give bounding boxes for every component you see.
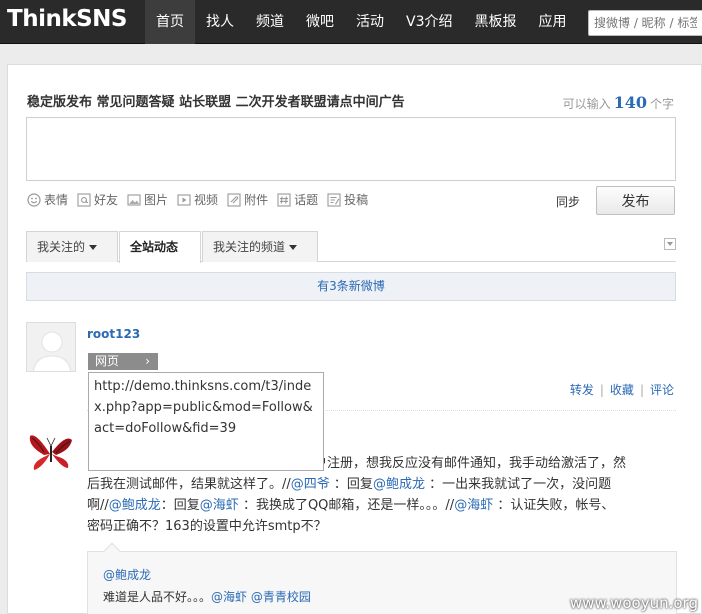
image-icon bbox=[127, 193, 141, 206]
tool-topic-label: 话题 bbox=[294, 193, 319, 207]
default-avatar-icon bbox=[27, 323, 75, 371]
nav-item-events[interactable]: 活动 bbox=[345, 0, 395, 44]
tab-following-label: 我关注的 bbox=[37, 240, 86, 254]
watermark: www.wooyun.org bbox=[569, 594, 698, 612]
char-counter: 可以输入 140 个字 bbox=[563, 93, 674, 112]
mention-link[interactable]: @海虾 bbox=[454, 498, 493, 513]
nav-item-v3-intro[interactable]: V3介绍 bbox=[395, 0, 463, 44]
chevron-down-icon bbox=[289, 245, 298, 250]
tool-friend-label: 好友 bbox=[94, 193, 119, 207]
source-web-label: 网页 bbox=[95, 354, 120, 368]
tab-following-channels-label: 我关注的频道 bbox=[213, 240, 286, 254]
tool-topic[interactable]: 话题 bbox=[277, 191, 318, 208]
tool-image-label: 图片 bbox=[144, 193, 169, 207]
post-text: 户注册，想我反应没有邮件通知，我手动给激活了，然 bbox=[314, 456, 627, 471]
at-icon bbox=[77, 192, 91, 207]
char-counter-value: 140 bbox=[613, 93, 647, 112]
nav-item-home[interactable]: 首页 bbox=[145, 0, 195, 44]
tool-emoji[interactable]: 表情 bbox=[27, 191, 68, 208]
tool-emoji-label: 表情 bbox=[44, 193, 69, 207]
emoji-icon bbox=[27, 192, 41, 207]
repost-link[interactable]: 转发 bbox=[570, 383, 594, 397]
tab-all-activity-label: 全站动态 bbox=[130, 240, 179, 254]
mention-link[interactable]: @海虾 bbox=[200, 498, 239, 513]
tool-contribute[interactable]: 投稿 bbox=[327, 191, 368, 208]
sync-toggle[interactable]: 同步 bbox=[556, 193, 580, 210]
hashtag-icon bbox=[277, 192, 291, 207]
chevron-down-icon bbox=[89, 245, 98, 250]
mention-link[interactable]: @鲍成龙 bbox=[109, 498, 161, 513]
post-actions: 转发 | 收藏 | 评论 bbox=[570, 381, 674, 398]
chevron-right-icon: › bbox=[145, 354, 150, 368]
tab-following[interactable]: 我关注的 bbox=[26, 231, 118, 262]
announce-link-release[interactable]: 稳定版发布 bbox=[27, 95, 92, 110]
post-text: ：一出来我就试了一次，没问题 bbox=[429, 477, 612, 492]
announce-link-faq[interactable]: 常见问题答疑 bbox=[97, 95, 175, 110]
announce-link-webmaster[interactable]: 站长联盟 bbox=[179, 95, 231, 110]
tab-following-channels[interactable]: 我关注的频道 bbox=[202, 231, 318, 262]
search-input[interactable] bbox=[588, 10, 702, 36]
new-posts-notice[interactable]: 有3条新微博 bbox=[26, 272, 676, 301]
nav-item-find-people[interactable]: 找人 bbox=[195, 0, 245, 44]
main-nav: 首页 找人 频道 微吧 活动 V3介绍 黑板报 应用 bbox=[145, 0, 577, 44]
compose-toolbar: 表情 好友 图片 视频 附件 话题 投稿 bbox=[27, 191, 377, 208]
quote-text: 难道是人品不好。。。@海虾 @青青校园 bbox=[103, 588, 311, 605]
char-counter-suffix: 个字 bbox=[649, 97, 674, 111]
source-web-button[interactable]: 网页 › bbox=[88, 353, 158, 370]
quote-body: 难道是人品不好。。。 bbox=[103, 590, 212, 604]
butterfly-avatar-icon bbox=[26, 428, 76, 478]
mention-link[interactable]: @鲍成龙 bbox=[373, 477, 425, 492]
favorite-link[interactable]: 收藏 bbox=[610, 383, 634, 397]
publish-button[interactable]: 发布 bbox=[596, 186, 675, 215]
tool-contribute-label: 投稿 bbox=[344, 193, 369, 207]
site-logo[interactable]: ThinkSNS bbox=[7, 6, 128, 32]
post-text: 密码正确不？163的设置中允许smtp不？ bbox=[87, 519, 327, 534]
nav-item-apps[interactable]: 应用 bbox=[527, 0, 577, 44]
top-navbar: ThinkSNS 首页 找人 频道 微吧 活动 V3介绍 黑板报 应用 bbox=[0, 0, 702, 44]
nav-item-weiba[interactable]: 微吧 bbox=[295, 0, 345, 44]
post-text: ：我换成了QQ邮箱，还是一样。。。// bbox=[242, 498, 455, 513]
mention-link[interactable]: @四爷 bbox=[291, 477, 330, 492]
announce-link-developer[interactable]: 二次开发者联盟请点中间广告 bbox=[236, 95, 405, 110]
divider: | bbox=[639, 383, 644, 397]
post-text: ：认证失败，帐号、 bbox=[497, 498, 615, 513]
announcement-links: 稳定版发布 常见问题答疑 站长联盟 二次开发者联盟请点中间广告 bbox=[27, 91, 405, 110]
post-text: 啊// bbox=[87, 498, 109, 513]
char-counter-prefix: 可以输入 bbox=[562, 97, 611, 111]
divider: | bbox=[599, 383, 604, 397]
tool-attachment[interactable]: 附件 bbox=[227, 191, 268, 208]
mention-link[interactable]: @青青校园 bbox=[251, 590, 311, 604]
tab-all-activity[interactable]: 全站动态 bbox=[119, 231, 201, 263]
tool-video-label: 视频 bbox=[194, 193, 219, 207]
tool-friend[interactable]: 好友 bbox=[77, 191, 118, 208]
post-body-line: 后我在测试邮件，结果就这样了。//@四爷 ：回复@鲍成龙 ：一出来我就试了一次，… bbox=[87, 474, 677, 495]
nav-item-channel[interactable]: 频道 bbox=[245, 0, 295, 44]
contribute-icon bbox=[327, 192, 341, 207]
post-username[interactable]: root123 bbox=[87, 327, 140, 341]
post-text: ：回复 bbox=[160, 498, 200, 513]
quote-author-link[interactable]: @鲍成龙 bbox=[103, 566, 151, 583]
post-body-line: 密码正确不？163的设置中允许smtp不？ bbox=[87, 516, 677, 537]
paperclip-icon bbox=[227, 192, 241, 207]
main-panel: 稳定版发布 常见问题答疑 站长联盟 二次开发者联盟请点中间广告 可以输入 140 个… bbox=[7, 64, 702, 614]
tool-image[interactable]: 图片 bbox=[127, 191, 168, 208]
url-tooltip: http://demo.thinksns.com/t3/index.php?ap… bbox=[88, 372, 324, 471]
quote-pointer bbox=[103, 542, 121, 560]
feed-tabs: 我关注的 全站动态 我关注的频道 bbox=[26, 230, 676, 263]
post-body-line: 啊//@鲍成龙：回复@海虾 ：我换成了QQ邮箱，还是一样。。。//@海虾 ：认证… bbox=[87, 495, 677, 516]
post-text: 后我在测试邮件，结果就这样了。// bbox=[87, 477, 291, 492]
comment-link[interactable]: 评论 bbox=[650, 383, 674, 397]
tool-attachment-label: 附件 bbox=[244, 193, 269, 207]
nav-item-blackboard[interactable]: 黑板报 bbox=[463, 0, 527, 44]
video-icon bbox=[177, 193, 191, 206]
compose-textarea[interactable] bbox=[26, 117, 676, 181]
filter-dropdown-icon[interactable] bbox=[664, 238, 676, 250]
avatar[interactable] bbox=[26, 322, 76, 372]
post-text: ：回复 bbox=[333, 477, 373, 492]
tool-video[interactable]: 视频 bbox=[177, 191, 218, 208]
avatar[interactable] bbox=[26, 428, 76, 478]
mention-link[interactable]: @海虾 bbox=[211, 590, 247, 604]
